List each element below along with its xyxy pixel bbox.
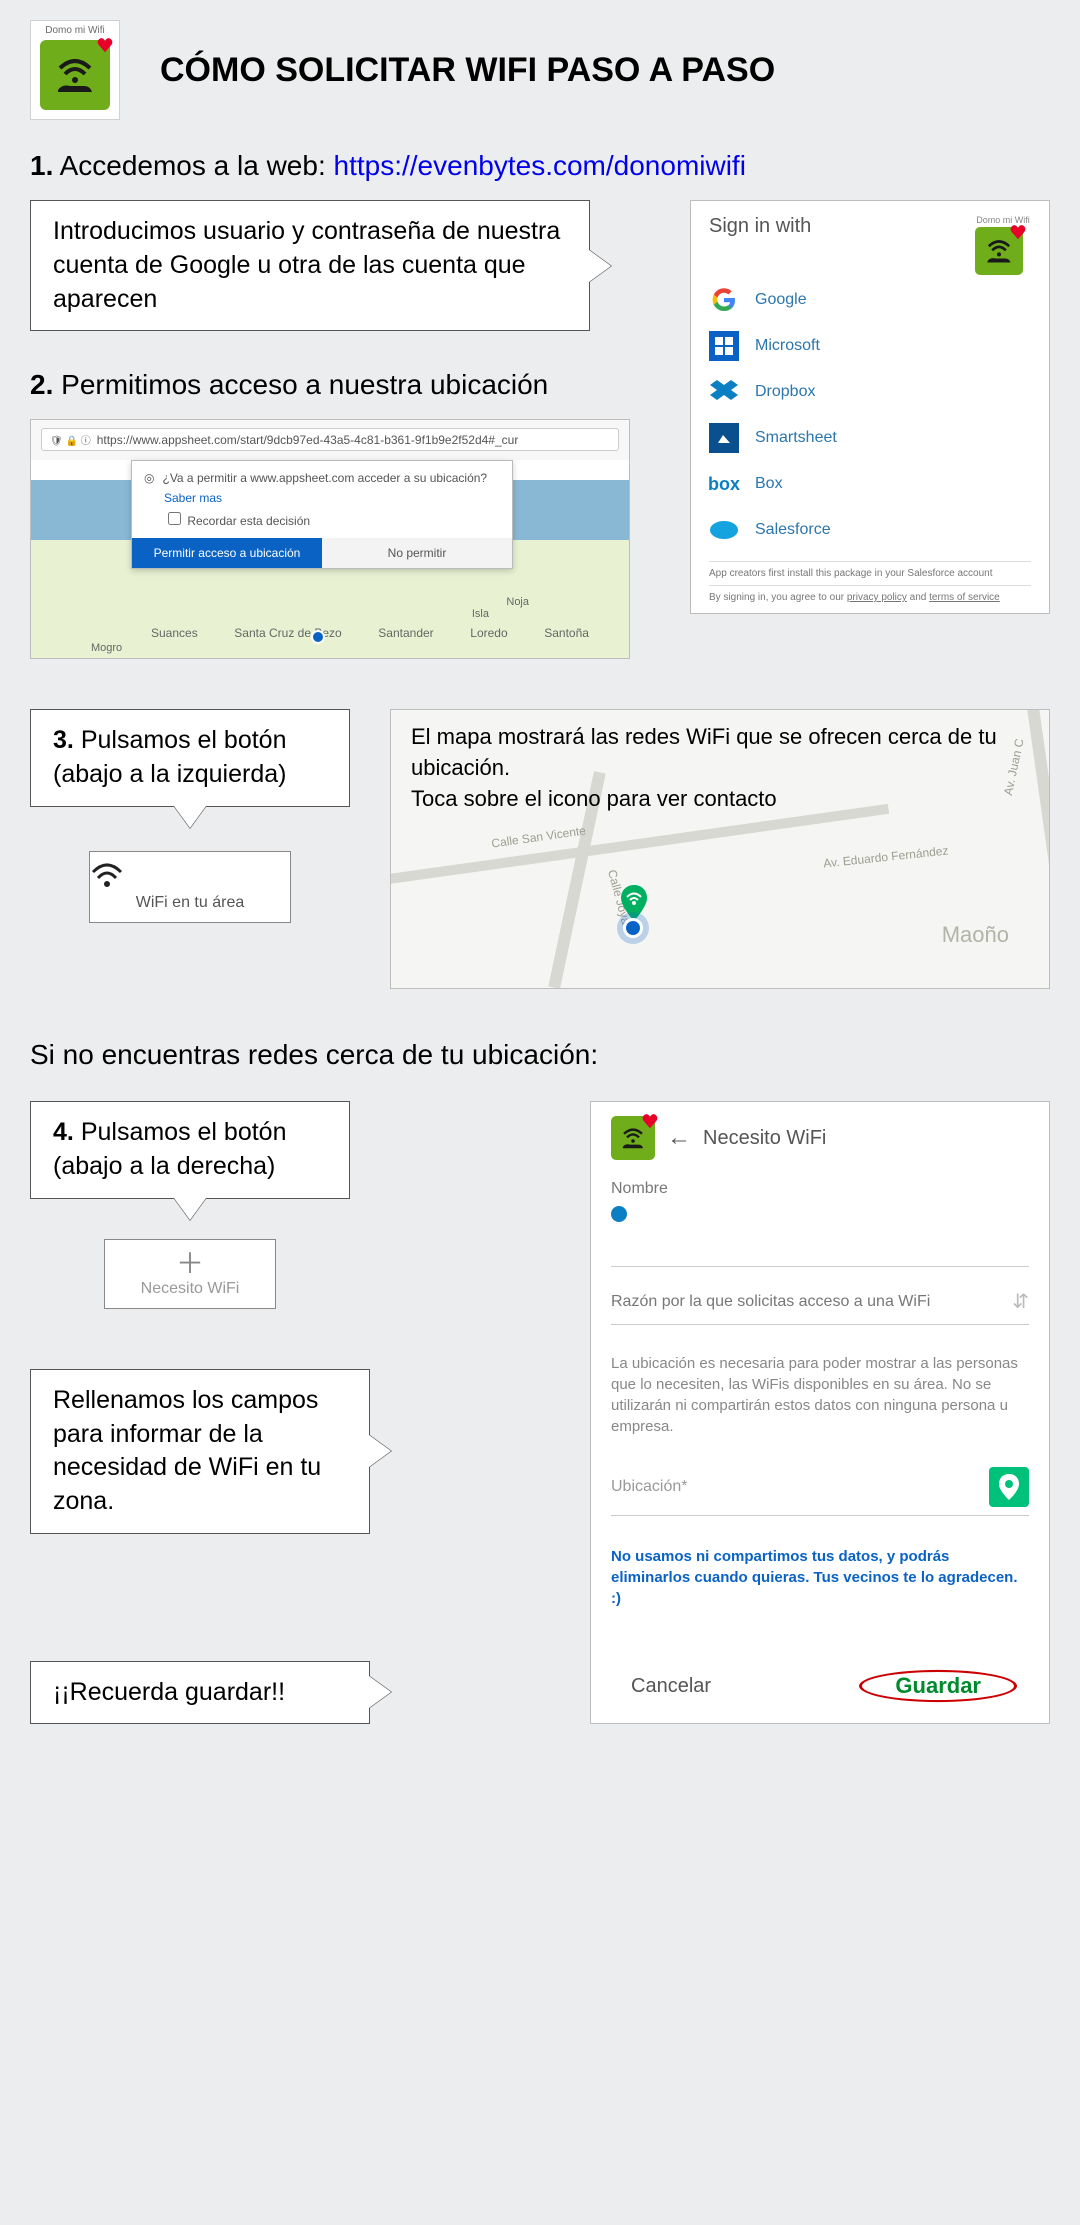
map-screenshot: El mapa mostrará las redes WiFi que se o… (390, 709, 1050, 989)
page-title: CÓMO SOLICITAR WIFI PASO A PASO (160, 51, 775, 90)
remember-checkbox[interactable] (168, 512, 181, 525)
need-wifi-label: Necesito WiFi (105, 1280, 275, 1298)
location-label: Ubicación* (611, 1478, 687, 1496)
provider-salesforce[interactable]: Salesforce (709, 515, 1031, 545)
form-logo-icon (611, 1116, 655, 1160)
allow-location-button[interactable]: Permitir acceso a ubicación (132, 538, 322, 568)
fill-fields-callout: Rellenamos los campos para informar de l… (30, 1369, 370, 1534)
wifi-button-label: WiFi en tu área (90, 894, 290, 912)
target-icon: ◎ (144, 471, 154, 485)
location-dot-icon (623, 918, 643, 938)
permission-question: ¿Va a permitir a www.appsheet.com accede… (162, 471, 487, 485)
signin-fineprint-1: App creators first install this package … (709, 561, 1031, 579)
web-link[interactable]: https://evenbytes.com/donomiwifi (334, 150, 746, 181)
url-text: https://www.appsheet.com/start/9dcb97ed-… (97, 433, 519, 447)
wifi-area-button[interactable]: WiFi en tu área (89, 851, 291, 923)
salesforce-icon (709, 515, 739, 545)
app-logo: Domo mi Wifi (30, 20, 120, 120)
step1-line: 1. Accedemos a la web: https://evenbytes… (30, 150, 1050, 182)
dropdown-arrow-icon[interactable]: ⇵ (1012, 1289, 1029, 1314)
google-icon (709, 285, 739, 315)
provider-microsoft[interactable]: Microsoft (709, 331, 1031, 361)
back-arrow-icon[interactable]: ← (667, 1124, 691, 1152)
form-title: Necesito WiFi (703, 1127, 826, 1150)
name-input[interactable] (611, 1206, 627, 1222)
microsoft-icon (709, 331, 739, 361)
step3-callout: 3. Pulsamos el botón (abajo a la izquier… (30, 709, 350, 807)
mini-logo-icon (975, 227, 1023, 275)
remember-save-callout: ¡¡Recuerda guardar!! (30, 1661, 370, 1725)
cancel-button[interactable]: Cancelar (631, 1675, 711, 1698)
provider-smartsheet[interactable]: Smartsheet (709, 423, 1031, 453)
reason-label: Razón por la que solicitas acceso a una … (611, 1293, 930, 1311)
provider-box[interactable]: box Box (709, 469, 1031, 499)
town-label: Maoño (942, 922, 1009, 948)
deny-location-button[interactable]: No permitir (322, 538, 512, 568)
signin-title: Sign in with (709, 215, 811, 238)
smartsheet-icon (709, 423, 739, 453)
privacy-note: No usamos ni compartimos tus datos, y po… (611, 1546, 1029, 1609)
need-wifi-button[interactable]: ＋ Necesito WiFi (104, 1239, 276, 1309)
box-icon: box (709, 469, 739, 499)
map-instruction: El mapa mostrará las redes WiFi que se o… (411, 722, 1029, 814)
need-wifi-form: ← Necesito WiFi Nombre Razón por la que … (590, 1101, 1050, 1724)
learn-more-link[interactable]: Saber mas (164, 491, 500, 505)
no-networks-subtitle: Si no encuentras redes cerca de tu ubica… (30, 1039, 1050, 1071)
dropbox-icon (709, 377, 739, 407)
permission-dialog: ◎ ¿Va a permitir a www.appsheet.com acce… (131, 460, 513, 569)
plus-icon: ＋ (105, 1250, 275, 1278)
name-label: Nombre (611, 1180, 1029, 1198)
signin-fineprint-2: By signing in, you agree to our privacy … (709, 585, 1031, 603)
remember-label: Recordar esta decisión (187, 514, 310, 528)
wifi-icon (90, 862, 290, 890)
step4-callout: 4. Pulsamos el botón (abajo a la derecha… (30, 1101, 350, 1199)
step1-callout: Introducimos usuario y contraseña de nue… (30, 200, 590, 331)
url-bar: 🛡 🔒 ⓘ https://www.appsheet.com/start/9dc… (41, 428, 619, 451)
save-button[interactable]: Guardar (867, 1669, 1009, 1703)
location-dot-icon (311, 630, 325, 644)
signin-panel: Sign in with Domo mi Wifi Google (690, 200, 1050, 614)
step2-line: 2. Permitimos acceso a nuestra ubicación (30, 369, 660, 401)
logo-label: Domo mi Wifi (45, 25, 104, 36)
location-pin-button[interactable] (989, 1467, 1029, 1507)
location-info-text: La ubicación es necesaria para poder mos… (611, 1353, 1029, 1437)
provider-dropbox[interactable]: Dropbox (709, 377, 1031, 407)
location-permission-screenshot: 🛡 🔒 ⓘ https://www.appsheet.com/start/9dc… (30, 419, 630, 659)
wifi-hand-icon (50, 50, 100, 100)
provider-google[interactable]: Google (709, 285, 1031, 315)
wifi-pin-icon[interactable] (621, 885, 647, 921)
heart-icon (96, 36, 114, 54)
map-city-labels: Suances Santa Cruz de Bezo Santander Lor… (151, 626, 589, 640)
